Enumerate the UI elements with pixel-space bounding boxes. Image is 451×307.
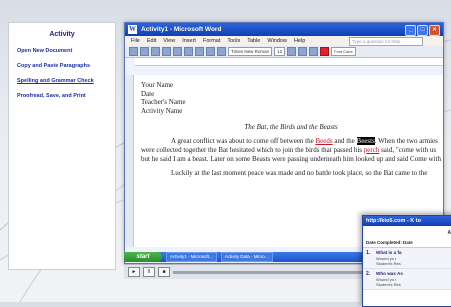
para1-text: A great conflict was about to come off b… [171, 137, 316, 146]
word-title: Activity1 - Microsoft Word [141, 26, 222, 33]
sidebar-item-proofread-save-print[interactable]: Proofread, Save, and Print [17, 93, 115, 100]
underline-icon[interactable] [309, 47, 319, 56]
menu-window[interactable]: Window [267, 38, 287, 44]
vertical-ruler[interactable] [125, 75, 134, 247]
stop-icon[interactable]: ■ [158, 267, 170, 277]
word-app-icon: W [128, 25, 137, 34]
para1-text: and the [332, 137, 357, 146]
menu-view[interactable]: View [163, 38, 175, 44]
font-color-icon[interactable] [320, 47, 330, 56]
menu-insert[interactable]: Insert [182, 38, 196, 44]
menu-table[interactable]: Table [247, 38, 260, 44]
activity-sidebar: Activity Open New Document Copy and Past… [8, 22, 116, 270]
paste-icon[interactable] [195, 47, 204, 56]
print-icon[interactable] [162, 47, 171, 56]
pause-icon[interactable]: ‖ [143, 267, 155, 277]
word-titlebar[interactable]: W Activity1 - Microsoft Word _ □ × [125, 23, 443, 36]
sidebar-title: Activity [49, 31, 75, 38]
question-sub: Student's Res [376, 261, 401, 266]
horizontal-ruler[interactable] [135, 58, 443, 66]
document-page[interactable]: Your Name Date Teacher's Name Activity N… [141, 81, 441, 178]
maximize-icon[interactable]: □ [417, 25, 428, 36]
sidebar-item-spelling-grammar[interactable]: Spelling and Grammar Check [17, 78, 115, 85]
menu-help[interactable]: Help [294, 38, 305, 44]
question-number: 1. [366, 250, 371, 256]
selected-word[interactable]: Beests [356, 137, 375, 146]
font-color-tooltip: Font Color [331, 47, 356, 56]
taskbar-item-data[interactable]: Activity Data - Micro... [220, 252, 273, 262]
header-line-date: Date [141, 89, 155, 98]
window-controls: _ □ × [405, 25, 440, 36]
story-title: The Bat, the Birds and the Beasts [244, 123, 338, 132]
play-icon[interactable]: ► [128, 267, 140, 277]
font-name-select[interactable]: Times New Roman [228, 47, 273, 56]
cut-icon[interactable] [173, 47, 182, 56]
ask-question-input[interactable]: Type a question for help [349, 37, 423, 46]
formatting-toolbar: Times New Roman 12 Font Color [125, 46, 443, 58]
header-line-activity: Activity Name [141, 106, 183, 115]
close-icon[interactable]: × [429, 25, 440, 36]
italic-icon[interactable] [298, 47, 308, 56]
menu-edit[interactable]: Edit [147, 38, 156, 44]
open-icon[interactable] [140, 47, 149, 56]
minimize-icon[interactable]: _ [405, 25, 416, 36]
sidebar-item-copy-paste[interactable]: Copy and Paste Paragraphs [17, 63, 115, 70]
undo-icon[interactable] [206, 47, 215, 56]
bold-icon[interactable] [287, 47, 297, 56]
question-row: 1. What is a fa Wound yo r Student's Res [363, 248, 451, 269]
question-row: 2. Who was As Wound yo r Student's Res [363, 269, 451, 290]
paragraph-2: Luckily at the last moment peace was mad… [171, 169, 428, 178]
browser-title[interactable]: http://kto5.com - K to [363, 216, 451, 226]
font-size-select[interactable]: 12 [274, 47, 286, 56]
misspelled-word[interactable]: Beeds [316, 137, 333, 145]
menu-bar: File Edit View Insert Format Tools Table… [125, 36, 443, 46]
copy-icon[interactable] [184, 47, 193, 56]
date-completed-label: Date Completed: Date [363, 238, 451, 248]
redo-icon[interactable] [217, 47, 226, 56]
start-button[interactable]: start [124, 252, 162, 262]
progress-track[interactable] [173, 270, 373, 274]
save-icon[interactable] [151, 47, 160, 56]
paragraph-1: A great conflict was about to come off b… [141, 137, 441, 163]
browser-heading: Acti [447, 230, 451, 236]
question-sub: Student's Res [376, 282, 401, 287]
question-number: 2. [366, 271, 371, 277]
sidebar-item-open-new-document[interactable]: Open New Document [17, 48, 115, 55]
header-line-teacher: Teacher's Name [141, 98, 186, 107]
taskbar-item-word[interactable]: Activity1 - Microsoft... [166, 252, 217, 262]
menu-tools[interactable]: Tools [227, 38, 240, 44]
menu-format[interactable]: Format [203, 38, 220, 44]
browser-window[interactable]: http://kto5.com - K to Acti Date Complet… [362, 215, 451, 307]
menu-file[interactable]: File [131, 38, 140, 44]
misspelled-word[interactable]: perch [364, 146, 380, 154]
new-document-icon[interactable] [129, 47, 138, 56]
header-line-name: Your Name [141, 81, 174, 89]
